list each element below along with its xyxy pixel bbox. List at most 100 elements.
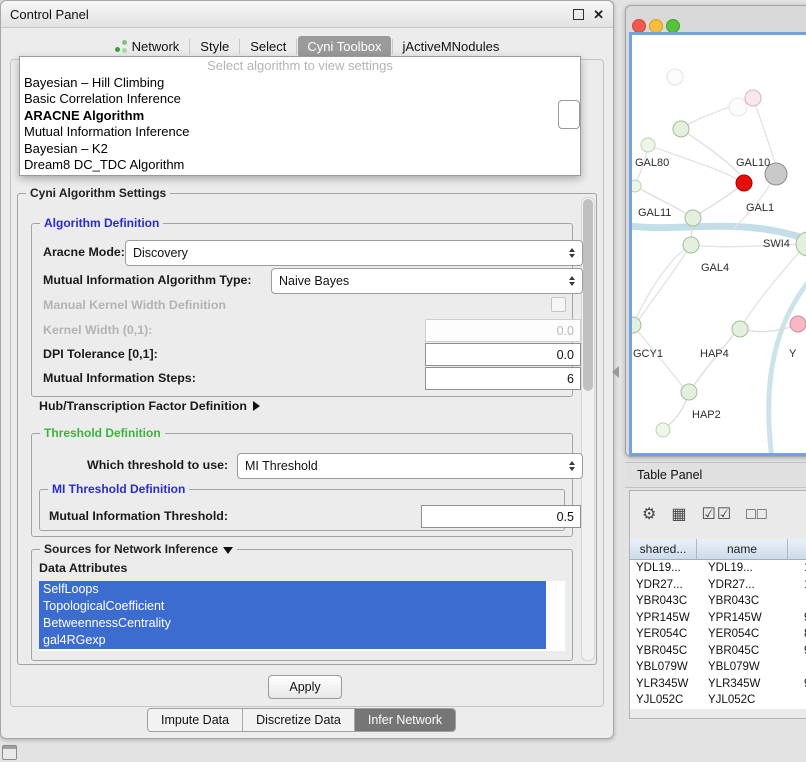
tab-cyni-toolbox[interactable]: Cyni Toolbox [298, 36, 390, 57]
node-label-gal10: GAL10 [736, 157, 770, 169]
network-node-salmon[interactable] [790, 316, 806, 332]
cyni-bottom-tabs: Impute DataDiscretize DataInfer Network [147, 708, 456, 732]
splitter-collapse-arrow[interactable] [612, 366, 619, 378]
settings-scrollbar-thumb[interactable] [583, 199, 593, 391]
mi-threshold-group-title: MI Threshold Definition [48, 482, 189, 496]
mi-algorithm-type-value: Naive Bayes [279, 274, 349, 288]
mi-steps-field[interactable]: 6 [425, 367, 581, 390]
table-row[interactable]: YER054CYER054C8. [630, 626, 806, 643]
select-checked-icon[interactable]: ☑☑ [701, 507, 732, 523]
network-node-green[interactable] [685, 210, 701, 226]
network-node-ghost[interactable] [729, 98, 747, 116]
network-node-green2[interactable] [632, 180, 641, 192]
column-header-name[interactable]: name [697, 539, 788, 560]
bottom-tab-discretize-data[interactable]: Discretize Data [243, 709, 355, 731]
table-row[interactable]: YBR043CYBR043C [630, 593, 806, 610]
table-panel-toolbar: ⚙ ▦ ☑☑ □□ [630, 491, 806, 539]
tab-network[interactable]: Network [106, 36, 189, 57]
network-edge [633, 248, 687, 325]
network-node-green[interactable] [732, 321, 748, 337]
table-row[interactable]: YDR27...YDR27...12 [630, 577, 806, 594]
node-attribute-table: shared...nameYDL19...YDL19...13YDR27...Y… [630, 539, 806, 709]
table-cell [798, 593, 806, 610]
mi-threshold-field[interactable]: 0.5 [421, 505, 581, 528]
algorithm-option-bayesian-k2[interactable]: Bayesian – K2 [20, 141, 580, 157]
apply-button[interactable]: Apply [268, 675, 342, 699]
attribute-item-betweennesscentrality[interactable]: BetweennessCentrality [39, 615, 546, 632]
settings-scrollbar-track[interactable] [581, 197, 595, 661]
table-row[interactable]: YJL052CYJL052C [630, 692, 806, 709]
kernel-width-value: 0.0 [557, 324, 574, 338]
dpi-tolerance-field[interactable]: 0.0 [425, 343, 581, 366]
table-cell: YBR043C [630, 593, 702, 610]
table-row[interactable]: YDL19...YDL19...13 [630, 560, 806, 577]
table-cell: YDL19... [702, 560, 798, 577]
network-tab-icon [115, 40, 127, 52]
table-cell: YBR045C [630, 643, 702, 660]
tab-style[interactable]: Style [191, 36, 238, 57]
node-label-gal4: GAL4 [701, 262, 729, 274]
zoom-traffic-light[interactable] [666, 19, 680, 33]
sources-group-title[interactable]: Sources for Network Inference [40, 542, 237, 556]
table-cell: 9. [798, 676, 806, 693]
window-icon[interactable] [2, 745, 17, 760]
table-row[interactable]: YBR045CYBR045C9. [630, 643, 806, 660]
table-row[interactable]: YPR145WYPR145W9. [630, 610, 806, 627]
algorithm-option-mutual-information-inference[interactable]: Mutual Information Inference [20, 124, 580, 140]
network-node-green2[interactable] [641, 138, 655, 152]
network-node-green[interactable] [673, 121, 689, 137]
table-row[interactable]: YBL079WYBL079W [630, 659, 806, 676]
table-row[interactable]: YLR345WYLR345W9. [630, 676, 806, 693]
tab-select[interactable]: Select [241, 36, 295, 57]
bottom-tab-impute-data[interactable]: Impute Data [148, 709, 243, 731]
table-panel-title: Table Panel [637, 468, 702, 482]
which-threshold-select[interactable]: MI Threshold [237, 453, 583, 479]
window-title: Control Panel [10, 7, 89, 22]
algorithm-option-bayesian-hill-climbing[interactable]: Bayesian – Hill Climbing [20, 75, 580, 91]
attribute-item-gal4rgexp[interactable]: gal4RGexp [39, 632, 546, 649]
network-edge [753, 98, 776, 166]
column-header-shared[interactable]: shared... [630, 539, 697, 560]
network-node-ghost[interactable] [667, 69, 683, 85]
algorithm-option-basic-correlation-inference[interactable]: Basic Correlation Inference [20, 91, 580, 107]
which-threshold-label: Which threshold to use: [87, 458, 228, 472]
kernel-width-label: Kernel Width (0,1): [43, 323, 152, 337]
aracne-mode-label: Aracne Mode: [43, 245, 125, 259]
attribute-item-topologicalcoefficient[interactable]: TopologicalCoefficient [39, 598, 546, 615]
cyni-algorithm-settings-title: Cyni Algorithm Settings [26, 186, 170, 200]
columns-icon[interactable]: ▦ [671, 507, 687, 523]
network-node-pink[interactable] [745, 90, 761, 106]
float-window-icon[interactable] [573, 9, 584, 20]
select-empty-icon[interactable]: □□ [746, 507, 767, 523]
node-label-gcy1: GCY1 [633, 348, 663, 360]
table-cell: YBR045C [702, 643, 798, 660]
tab-jactivemnodules[interactable]: jActiveMNodules [394, 36, 509, 57]
control-panel-titlebar: Control Panel ✕ [1, 1, 613, 28]
network-edge [689, 334, 734, 392]
table-cell: YDL19... [630, 560, 702, 577]
network-node-red[interactable] [736, 175, 752, 191]
minimize-traffic-light[interactable] [649, 19, 663, 33]
network-graph: GAL80GAL10GAL11GAL1SWI4GAL4GCY1HAP4YHAP2 [632, 35, 806, 453]
mi-algorithm-type-select[interactable]: Naive Bayes [271, 268, 583, 294]
gear-icon[interactable]: ⚙ [642, 507, 657, 523]
network-node-green2[interactable] [656, 423, 670, 437]
close-traffic-light[interactable] [632, 19, 646, 33]
algorithm-option-aracne-algorithm[interactable]: ARACNE Algorithm [20, 108, 580, 124]
aracne-mode-select[interactable]: Discovery [125, 240, 583, 266]
bottom-tab-infer-network[interactable]: Infer Network [355, 709, 455, 731]
manual-kernel-width-checkbox [551, 297, 566, 312]
stepper-arrows-icon [569, 248, 575, 258]
close-icon[interactable]: ✕ [593, 8, 604, 21]
network-node-green[interactable] [681, 384, 697, 400]
algorithm-combo-fragment [558, 100, 580, 129]
network-view-window: GAL80GAL10GAL11GAL1SWI4GAL4GCY1HAP4YHAP2 [625, 5, 806, 457]
network-edge [769, 270, 806, 453]
network-canvas[interactable]: GAL80GAL10GAL11GAL1SWI4GAL4GCY1HAP4YHAP2 [629, 32, 806, 456]
column-header-2[interactable] [788, 539, 806, 560]
stepper-arrows-icon [569, 276, 575, 286]
hub-definition-toggle[interactable]: Hub/Transcription Factor Definition [39, 399, 260, 413]
attribute-item-selfloops[interactable]: SelfLoops [39, 581, 546, 598]
algorithm-option-dream8-dc-tdc-algorithm[interactable]: Dream8 DC_TDC Algorithm [20, 157, 580, 173]
network-node-green[interactable] [683, 237, 699, 253]
